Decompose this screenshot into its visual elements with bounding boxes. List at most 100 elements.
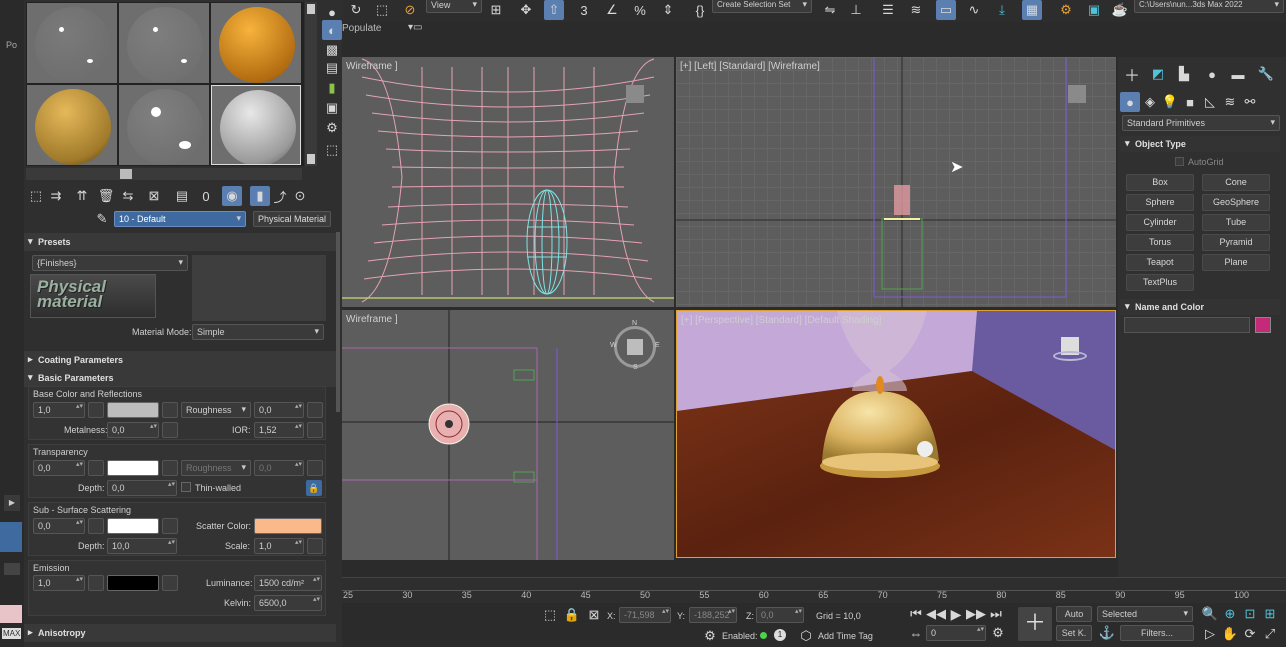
timeline[interactable] bbox=[342, 577, 1286, 603]
render-icon[interactable]: ☕ bbox=[1110, 0, 1130, 20]
key-mode-icon[interactable]: ⚙ bbox=[988, 623, 1008, 643]
pan-icon[interactable]: ✋ bbox=[1220, 624, 1240, 644]
isolate-icon[interactable]: ⬚ bbox=[540, 605, 560, 625]
luminance-spinner[interactable]: 1500 cd/m² bbox=[254, 575, 322, 591]
go-to-parent-icon[interactable]: ⤴ bbox=[270, 186, 290, 206]
auto-key-button[interactable]: Auto bbox=[1056, 606, 1092, 622]
transparency-depth-spinner[interactable]: 0,0 bbox=[107, 480, 177, 496]
coating-rollout[interactable]: Coating Parameters bbox=[24, 351, 336, 369]
zoom-all-icon[interactable]: ⊕ bbox=[1220, 604, 1240, 624]
zoom-extents-icon[interactable]: ⊡ bbox=[1240, 604, 1260, 624]
sample-slot-1[interactable] bbox=[27, 3, 117, 83]
orbit-icon[interactable]: ⟳ bbox=[1240, 624, 1260, 644]
y-coordinate-field[interactable]: -188,252 bbox=[689, 607, 737, 623]
prev-frame-icon[interactable]: ◀◀ bbox=[926, 604, 946, 624]
metalness-map-button[interactable] bbox=[162, 422, 178, 438]
go-forward-icon[interactable]: ⊙ bbox=[290, 186, 310, 206]
sample-slot-4[interactable] bbox=[27, 85, 117, 165]
current-frame-field[interactable]: 0 bbox=[926, 625, 986, 641]
scene-explorer-icon[interactable]: ☰ bbox=[878, 0, 898, 20]
go-to-end-icon[interactable]: ⏭ bbox=[986, 604, 1006, 624]
zoom-extents-all-icon[interactable]: ⊞ bbox=[1260, 604, 1280, 624]
redo-icon[interactable]: ↻ bbox=[346, 0, 366, 20]
delete-icon[interactable]: 🗑 bbox=[96, 186, 116, 206]
anisotropy-rollout[interactable]: Anisotropy bbox=[24, 624, 336, 642]
viewport-left[interactable]: [+] [Left] [Standard] [Wireframe] ➤ bbox=[676, 57, 1116, 307]
uv-tiling-icon[interactable]: ▤ bbox=[322, 58, 342, 78]
copy-material-icon[interactable]: ⇆ bbox=[118, 186, 138, 206]
modify-tab-icon[interactable]: ◩ bbox=[1148, 64, 1168, 84]
zoom-icon[interactable]: 🔍 bbox=[1200, 604, 1220, 624]
sample-slot-2[interactable] bbox=[119, 3, 209, 83]
viewcube-compass[interactable] bbox=[614, 326, 656, 368]
left-scroll-icon[interactable] bbox=[4, 563, 20, 575]
base-weight-map-button[interactable] bbox=[88, 402, 104, 418]
play-icon[interactable]: ▶ bbox=[946, 604, 966, 624]
emission-weight-spinner[interactable]: 1,0 bbox=[33, 575, 85, 591]
add-time-tag-label[interactable]: Add Time Tag bbox=[818, 631, 873, 641]
box-button[interactable]: Box bbox=[1126, 174, 1194, 191]
plane-button[interactable]: Plane bbox=[1202, 254, 1270, 271]
video-color-icon[interactable]: ▮ bbox=[322, 78, 342, 98]
download-icon[interactable]: ⤓ bbox=[992, 0, 1012, 20]
material-name-field[interactable]: 10 - Default bbox=[114, 211, 246, 227]
viewport-front[interactable]: Wireframe ] N E S W bbox=[342, 310, 674, 560]
finishes-dropdown[interactable]: {Finishes} bbox=[32, 255, 188, 271]
perspective-viewcube-icon[interactable] bbox=[1053, 335, 1087, 363]
ribbon-icon[interactable]: ▭ bbox=[936, 0, 956, 20]
backlight-icon[interactable]: ◐ bbox=[322, 20, 342, 40]
emission-color-swatch[interactable] bbox=[107, 575, 159, 591]
ior-map-button[interactable] bbox=[307, 422, 323, 438]
fov-icon[interactable]: ▷ bbox=[1200, 624, 1220, 644]
teapot-button[interactable]: Teapot bbox=[1126, 254, 1194, 271]
set-key-big-button[interactable]: ＋ bbox=[1018, 607, 1052, 641]
object-type-rollout[interactable]: Object Type bbox=[1120, 136, 1280, 152]
tube-button[interactable]: Tube bbox=[1202, 214, 1270, 231]
set-key-button[interactable]: Set K. bbox=[1056, 625, 1092, 641]
cameras-subtab-icon[interactable]: ■ bbox=[1180, 92, 1200, 112]
select-region-icon[interactable]: ⬚ bbox=[372, 0, 392, 20]
put-to-scene-icon[interactable]: ⇉ bbox=[46, 186, 66, 206]
transparency-roughness-map-button[interactable] bbox=[307, 460, 323, 476]
material-mode-dropdown[interactable]: Simple bbox=[192, 324, 324, 340]
lights-subtab-icon[interactable]: 💡 bbox=[1160, 92, 1180, 112]
populate-label[interactable]: Populate bbox=[342, 23, 381, 34]
snap-3d-icon[interactable]: 3 bbox=[574, 0, 594, 20]
sample-slot-5[interactable] bbox=[119, 85, 209, 165]
create-tab-icon[interactable]: ＋ bbox=[1122, 64, 1142, 85]
metalness-spinner[interactable]: 0,0 bbox=[107, 422, 159, 438]
time-config-icon[interactable]: ⇔ bbox=[906, 623, 926, 643]
autogrid-checkbox[interactable] bbox=[1175, 157, 1184, 166]
render-frame-icon[interactable]: ▣ bbox=[1084, 0, 1104, 20]
systems-subtab-icon[interactable]: ⚯ bbox=[1240, 92, 1260, 112]
sample-slots-vscroll[interactable] bbox=[305, 2, 317, 166]
options-icon[interactable]: ⚙ bbox=[322, 118, 342, 138]
pyramid-button[interactable]: Pyramid bbox=[1202, 234, 1270, 251]
transparency-roughness-spinner[interactable]: 0,0 bbox=[254, 460, 304, 476]
roughness-spinner[interactable]: 0,0 bbox=[254, 402, 304, 418]
kelvin-spinner[interactable]: 6500,0 bbox=[254, 595, 322, 611]
scatter-color-swatch[interactable] bbox=[254, 518, 322, 534]
render-setup-icon[interactable]: ⚙ bbox=[1056, 0, 1076, 20]
prompt-icon[interactable]: ⚙ bbox=[700, 626, 720, 646]
torus-button[interactable]: Torus bbox=[1126, 234, 1194, 251]
cone-button[interactable]: Cone bbox=[1202, 174, 1270, 191]
key-filter-icon[interactable]: ⚓ bbox=[1097, 623, 1117, 643]
maximize-viewport-icon[interactable]: ⤢ bbox=[1260, 624, 1280, 644]
next-frame-icon[interactable]: ▶▶ bbox=[966, 604, 986, 624]
primitive-category-dropdown[interactable]: Standard Primitives bbox=[1122, 115, 1280, 131]
sss-weight-spinner[interactable]: 0,0 bbox=[33, 518, 85, 534]
sss-color-map-button[interactable] bbox=[162, 518, 178, 534]
get-material-icon[interactable]: ⬚ bbox=[26, 186, 46, 206]
scale-spinner[interactable]: 1,0 bbox=[254, 538, 304, 554]
roughness-map-button[interactable] bbox=[307, 402, 323, 418]
go-to-start-icon[interactable]: ⏮ bbox=[906, 604, 926, 624]
sss-color-swatch[interactable] bbox=[107, 518, 159, 534]
name-color-rollout[interactable]: Name and Color bbox=[1120, 299, 1280, 315]
motion-tab-icon[interactable]: ● bbox=[1202, 64, 1222, 84]
x-coordinate-field[interactable]: -71,598 bbox=[619, 607, 671, 623]
selection-set-dropdown[interactable]: Create Selection Set bbox=[712, 0, 812, 13]
viewport-perspective-label[interactable]: [+] [Perspective] [Standard] [Default Sh… bbox=[681, 315, 881, 326]
populate-options-icon[interactable]: ▾▭ bbox=[408, 22, 422, 33]
presets-rollout[interactable]: Presets bbox=[24, 233, 336, 251]
